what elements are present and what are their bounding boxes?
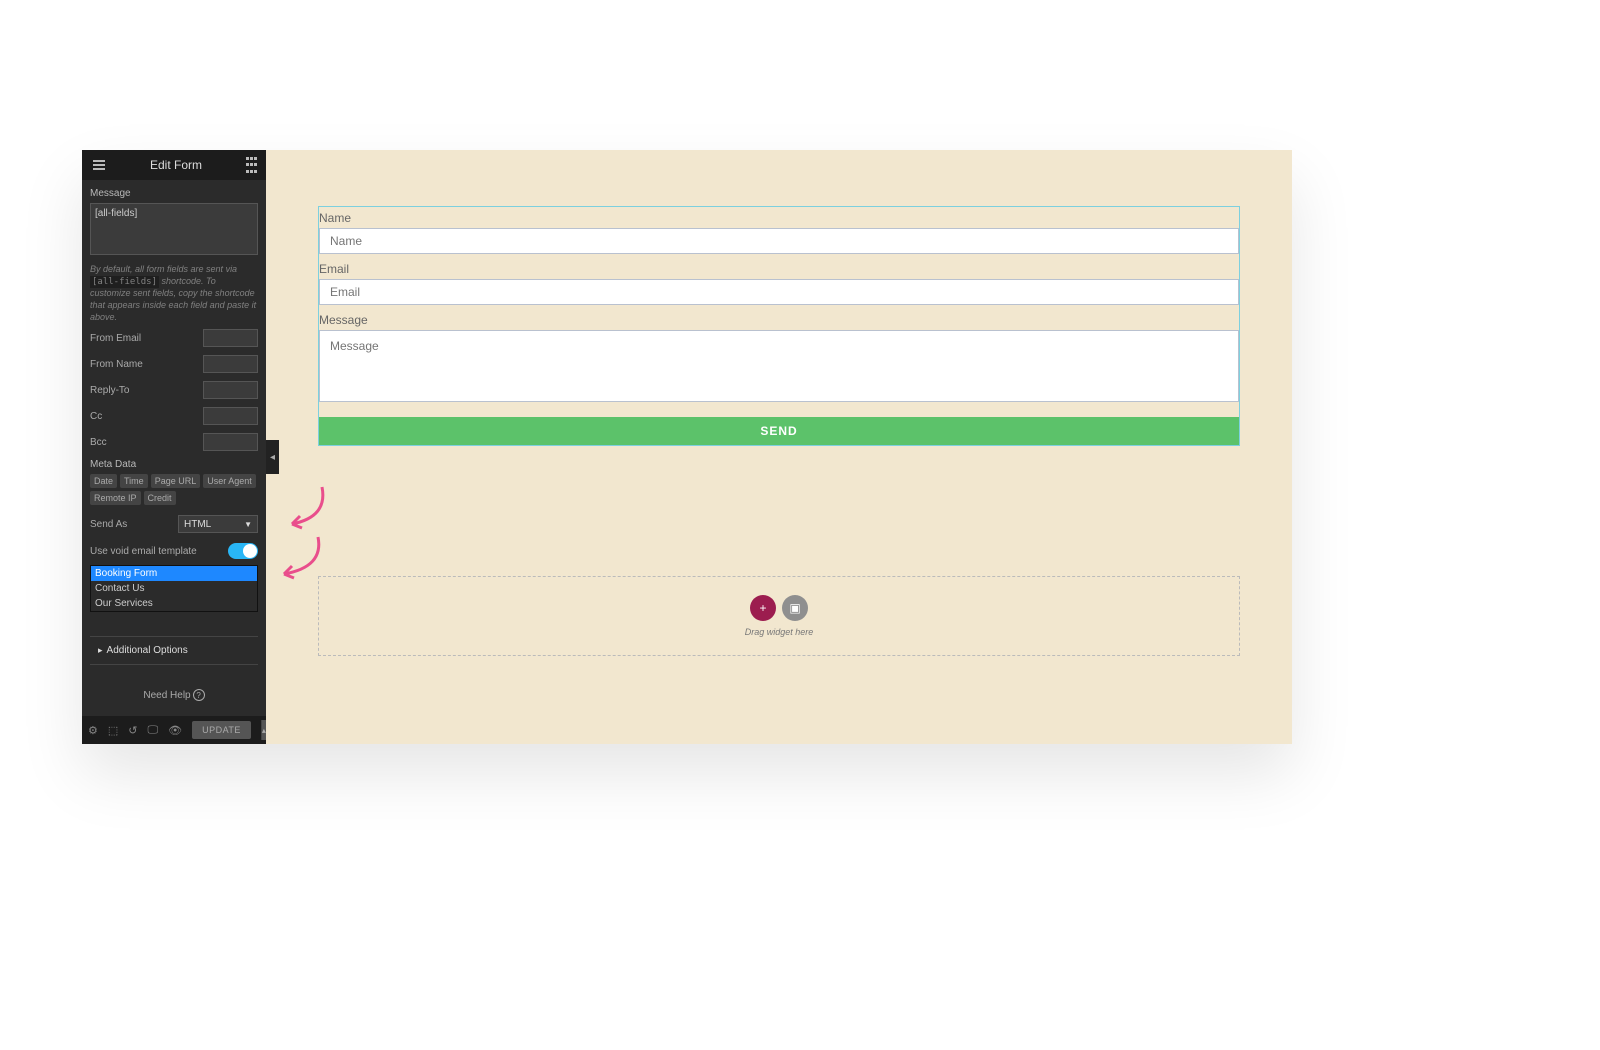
from-name-input[interactable] bbox=[203, 355, 258, 373]
app-container: Edit Form Message [all-fields] By defaul… bbox=[82, 150, 1292, 744]
send-as-row: Send As HTML▼ bbox=[90, 515, 258, 533]
help-icon: ? bbox=[193, 689, 205, 701]
use-void-row: Use void email template bbox=[90, 543, 258, 559]
history-icon[interactable]: ↺ bbox=[128, 724, 137, 737]
tag-remoteip[interactable]: Remote IP bbox=[90, 491, 141, 505]
editor-canvas: Name Email Message SEND + ▣ Drag widget … bbox=[266, 150, 1292, 744]
email-input[interactable] bbox=[319, 279, 1239, 305]
form-widget[interactable]: Name Email Message SEND bbox=[318, 206, 1240, 446]
cc-row: Cc bbox=[90, 407, 258, 425]
reply-to-input[interactable] bbox=[203, 381, 258, 399]
editor-sidebar: Edit Form Message [all-fields] By defaul… bbox=[82, 150, 266, 744]
dropdown-option-contact[interactable]: Contact Us bbox=[91, 581, 257, 596]
cc-input[interactable] bbox=[203, 407, 258, 425]
panel-title: Edit Form bbox=[108, 158, 244, 172]
layers-icon[interactable]: ⬚ bbox=[108, 724, 118, 737]
message-form-label: Message bbox=[319, 313, 1239, 327]
message-textarea[interactable]: [all-fields] bbox=[90, 203, 258, 255]
meta-tags: Date Time Page URL User Agent Remote IP … bbox=[90, 474, 258, 505]
send-as-select[interactable]: HTML▼ bbox=[178, 515, 258, 533]
name-label: Name bbox=[319, 211, 1239, 225]
from-email-row: From Email bbox=[90, 329, 258, 347]
use-void-toggle[interactable] bbox=[228, 543, 258, 559]
reply-to-row: Reply-To bbox=[90, 381, 258, 399]
drop-zone[interactable]: + ▣ Drag widget here bbox=[318, 576, 1240, 656]
responsive-icon[interactable]: 🖵 bbox=[148, 724, 159, 737]
chevron-down-icon: ▼ bbox=[244, 520, 252, 529]
meta-label: Meta Data bbox=[90, 459, 258, 470]
tag-useragent[interactable]: User Agent bbox=[203, 474, 256, 488]
message-hint: By default, all form fields are sent via… bbox=[90, 264, 258, 323]
additional-options[interactable]: Additional Options bbox=[90, 636, 258, 665]
bcc-row: Bcc bbox=[90, 433, 258, 451]
update-caret[interactable]: ▴ bbox=[261, 720, 266, 740]
sidebar-footer: ⚙ ⬚ ↺ 🖵 👁 UPDATE ▴ bbox=[82, 716, 266, 744]
tag-pageurl[interactable]: Page URL bbox=[151, 474, 201, 488]
preview-icon[interactable]: 👁 bbox=[168, 724, 182, 737]
message-input[interactable] bbox=[319, 330, 1239, 402]
email-label: Email bbox=[319, 262, 1239, 276]
dropzone-buttons: + ▣ bbox=[750, 595, 808, 621]
folder-icon: ▣ bbox=[789, 601, 800, 615]
from-name-row: From Name bbox=[90, 355, 258, 373]
template-library-button[interactable]: ▣ bbox=[782, 595, 808, 621]
tag-credit[interactable]: Credit bbox=[144, 491, 176, 505]
send-button[interactable]: SEND bbox=[319, 417, 1239, 445]
grid-icon[interactable] bbox=[244, 156, 258, 174]
sidebar-header: Edit Form bbox=[82, 150, 266, 180]
collapse-handle[interactable]: ◂ bbox=[266, 440, 279, 474]
update-button[interactable]: UPDATE bbox=[192, 721, 251, 739]
sidebar-scroll: Message [all-fields] By default, all for… bbox=[82, 180, 266, 716]
name-input[interactable] bbox=[319, 228, 1239, 254]
message-label: Message bbox=[90, 188, 258, 199]
dropzone-text: Drag widget here bbox=[745, 627, 814, 637]
hint-text: By default, all form fields are sent via bbox=[90, 264, 237, 274]
need-help[interactable]: Need Help? bbox=[90, 689, 258, 701]
dropdown-option-services[interactable]: Our Services bbox=[91, 596, 257, 611]
tag-date[interactable]: Date bbox=[90, 474, 117, 488]
menu-icon[interactable] bbox=[90, 156, 108, 174]
tag-time[interactable]: Time bbox=[120, 474, 148, 488]
from-email-input[interactable] bbox=[203, 329, 258, 347]
settings-icon[interactable]: ⚙ bbox=[88, 724, 98, 737]
dropdown-option-booking[interactable]: Booking Form bbox=[91, 566, 257, 581]
bcc-input[interactable] bbox=[203, 433, 258, 451]
hint-code: [all-fields] bbox=[90, 276, 159, 288]
add-widget-button[interactable]: + bbox=[750, 595, 776, 621]
void-template-dropdown: Booking Form Contact Us Our Services bbox=[90, 565, 258, 612]
